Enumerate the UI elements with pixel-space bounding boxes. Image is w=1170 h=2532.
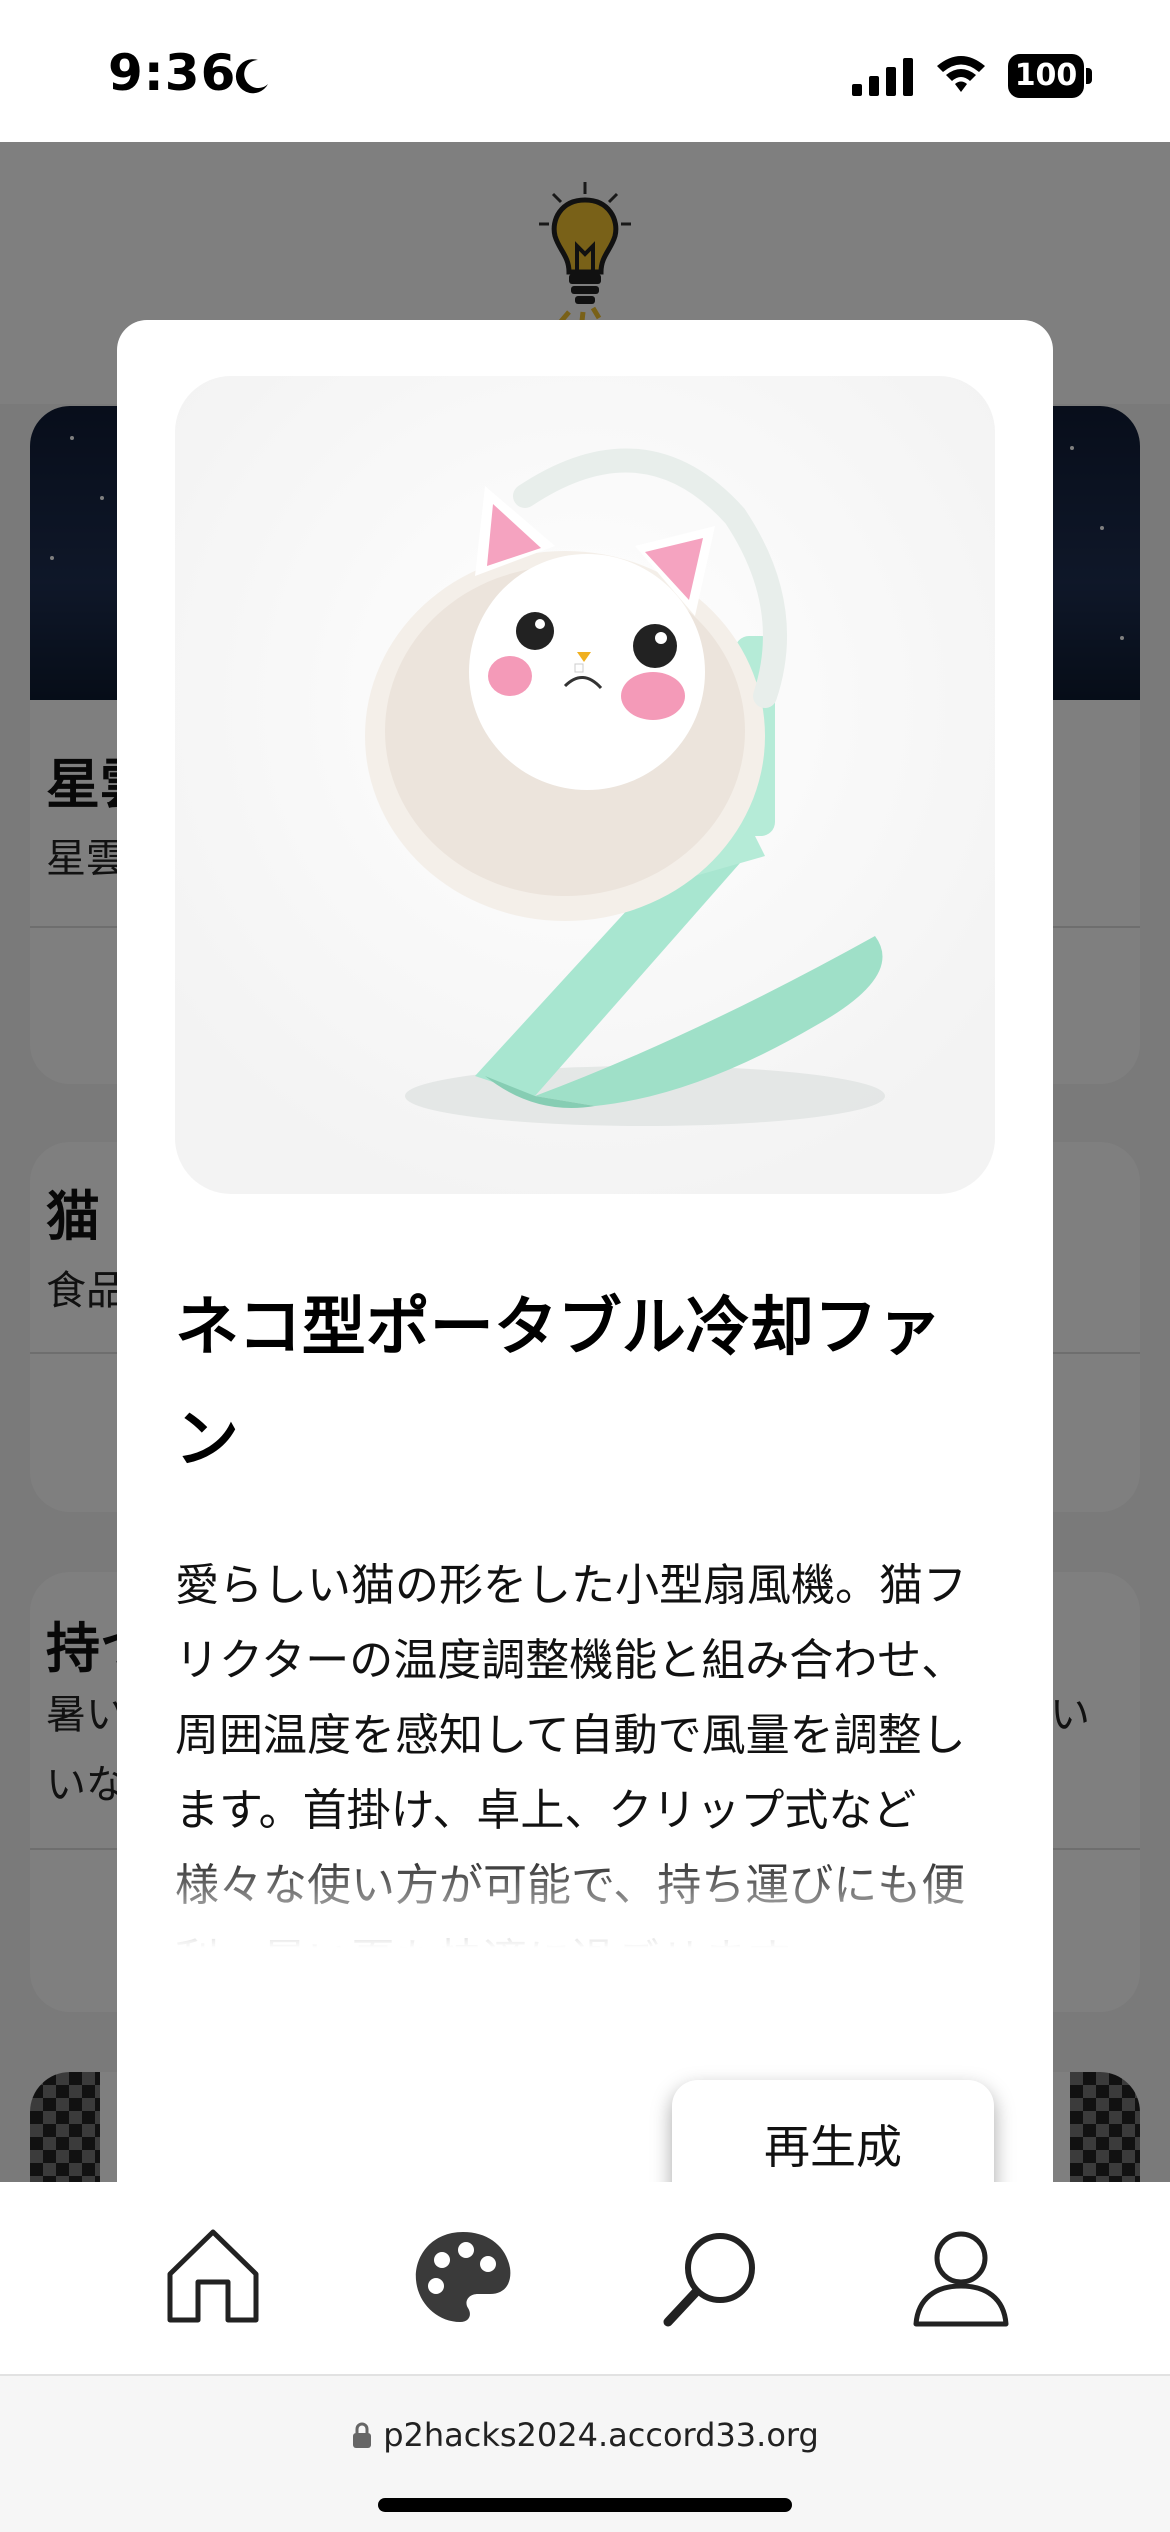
product-image <box>175 376 995 1194</box>
home-icon[interactable] <box>158 2222 268 2332</box>
status-bar: 9:36 100 <box>0 0 1170 142</box>
profile-icon[interactable] <box>906 2222 1016 2332</box>
signal-icon <box>852 58 913 96</box>
browser-url-bar[interactable]: p2hacks2024.accord33.org <box>0 2374 1170 2532</box>
status-time: 9:36 <box>108 44 237 102</box>
url-text[interactable]: p2hacks2024.accord33.org <box>383 2416 819 2454</box>
battery-icon: 100 <box>1008 54 1092 98</box>
product-title: ネコ型ポータブル冷却ファン <box>175 1290 942 1477</box>
bottom-nav <box>0 2182 1170 2374</box>
product-description: 愛らしい猫の形をした小型扇風機。猫フリクターの温度調整機能と組み合わせ、周囲温度… <box>175 1560 967 1948</box>
lock-icon <box>353 2422 372 2448</box>
product-modal: ネコ型ポータブル冷却ファン 愛らしい猫の形をした小型扇風機。猫フリクターの温度調… <box>117 320 1053 2220</box>
wifi-icon <box>937 56 985 92</box>
cat-fan-illustration <box>365 448 885 1126</box>
battery-level: 100 <box>1008 54 1084 98</box>
search-icon[interactable] <box>658 2222 768 2332</box>
home-indicator[interactable] <box>378 2498 792 2512</box>
moon-icon <box>235 59 268 94</box>
palette-icon[interactable] <box>408 2222 518 2332</box>
